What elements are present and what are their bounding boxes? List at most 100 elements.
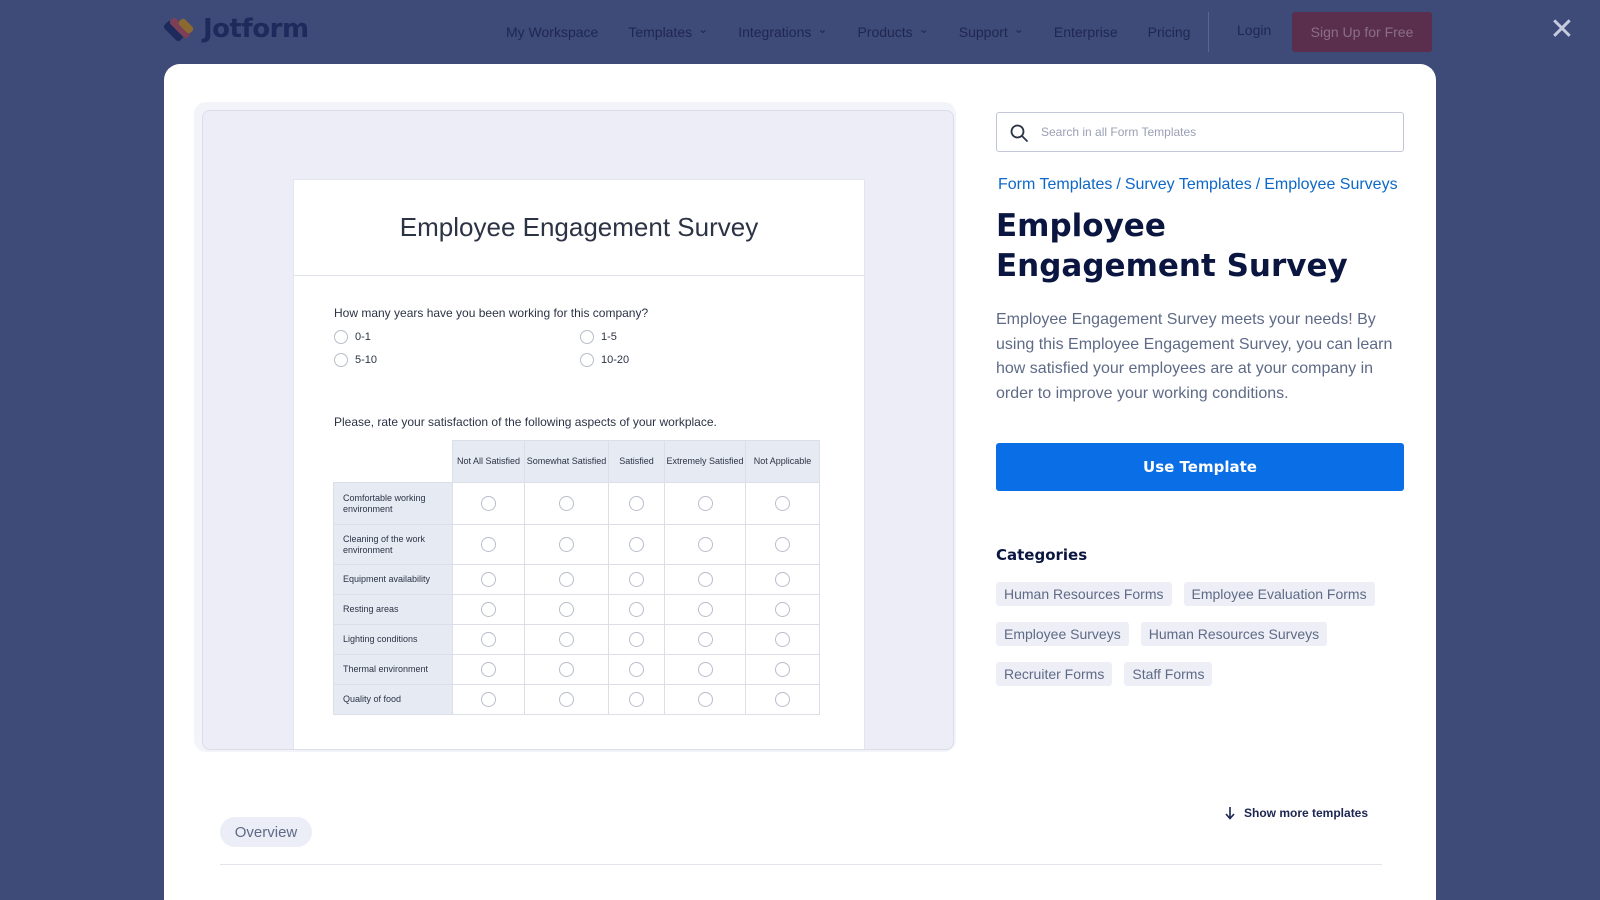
form-preview[interactable]: Employee Engagement Survey How many year… (202, 110, 954, 750)
matrix-radio-cell[interactable] (452, 594, 525, 625)
matrix-radio-cell[interactable] (608, 482, 665, 525)
matrix-radio-cell[interactable] (524, 684, 609, 715)
matrix-radio-cell[interactable] (608, 564, 665, 595)
matrix-radio-cell[interactable] (745, 654, 820, 685)
matrix-radio-cell[interactable] (524, 624, 609, 655)
matrix-radio-cell[interactable] (664, 594, 746, 625)
radio-option[interactable]: 0-1 (334, 330, 371, 344)
matrix-radio-cell[interactable] (524, 594, 609, 625)
matrix-row: Equipment availability (333, 564, 820, 595)
matrix-radio-cell[interactable] (664, 654, 746, 685)
radio-circle-icon (775, 572, 790, 587)
template-search[interactable]: Search in all Form Templates (996, 112, 1404, 152)
matrix-radio-cell[interactable] (664, 564, 746, 595)
nav-item-pricing[interactable]: Pricing (1148, 20, 1191, 44)
breadcrumb-separator: / (1116, 176, 1121, 193)
radio-circle-icon (775, 632, 790, 647)
matrix-radio-cell[interactable] (745, 482, 820, 525)
matrix-radio-cell[interactable] (745, 684, 820, 715)
breadcrumb-survey-templates[interactable]: Survey Templates (1125, 176, 1252, 193)
breadcrumb-employee-surveys[interactable]: Employee Surveys (1264, 176, 1397, 193)
question-years: How many years have you been working for… (334, 306, 649, 320)
category-tag[interactable]: Human Resources Forms (996, 582, 1172, 606)
radio-circle-icon (697, 572, 713, 587)
radio-circle-icon (481, 692, 496, 707)
category-tag[interactable]: Staff Forms (1124, 662, 1213, 686)
radio-circle-icon (697, 496, 713, 511)
matrix-radio-cell[interactable] (664, 482, 746, 525)
matrix-row-label: Thermal environment (333, 654, 453, 685)
matrix-radio-cell[interactable] (608, 624, 665, 655)
show-more-templates-button[interactable]: Show more templates (1224, 806, 1368, 820)
matrix-radio-cell[interactable] (664, 524, 746, 565)
radio-option[interactable]: 10-20 (580, 353, 629, 367)
matrix-radio-cell[interactable] (452, 684, 525, 715)
radio-circle-icon (334, 353, 348, 367)
category-row: Employee Surveys Human Resources Surveys (996, 622, 1416, 646)
signup-button[interactable]: Sign Up for Free (1292, 12, 1432, 52)
radio-circle-icon (481, 537, 496, 552)
radio-circle-icon (629, 632, 644, 647)
radio-label: 5-10 (355, 354, 378, 366)
radio-circle-icon (559, 496, 574, 511)
nav-item-enterprise[interactable]: Enterprise (1054, 20, 1118, 44)
close-icon[interactable]: ✕ (1548, 15, 1576, 45)
logo-text: Jotform (203, 14, 309, 44)
nav-item-templates[interactable]: Templates ⌄ (628, 20, 708, 44)
nav-item-support[interactable]: Support ⌄ (959, 20, 1024, 44)
nav-item-integrations[interactable]: Integrations ⌄ (738, 20, 827, 44)
arrow-down-icon (1225, 807, 1235, 820)
category-tag[interactable]: Human Resources Surveys (1140, 622, 1328, 646)
matrix-radio-cell[interactable] (452, 564, 525, 595)
matrix-radio-cell[interactable] (452, 524, 525, 565)
matrix-radio-cell[interactable] (524, 564, 609, 595)
radio-circle-icon (559, 572, 574, 587)
matrix-radio-cell[interactable] (664, 684, 746, 715)
chevron-down-icon: ⌄ (698, 22, 709, 36)
nav-item-my-workspace[interactable]: My Workspace (506, 20, 598, 44)
matrix-radio-cell[interactable] (745, 524, 820, 565)
radio-circle-icon (481, 496, 496, 511)
matrix-radio-cell[interactable] (745, 624, 820, 655)
matrix-radio-cell[interactable] (608, 654, 665, 685)
radio-circle-icon (559, 662, 574, 677)
search-icon (1010, 124, 1028, 142)
radio-circle-icon (481, 632, 496, 647)
radio-circle-icon (775, 692, 790, 707)
use-template-button[interactable]: Use Template (996, 443, 1404, 491)
category-tag[interactable]: Recruiter Forms (996, 662, 1113, 686)
radio-circle-icon (334, 330, 348, 344)
jotform-logo[interactable]: Jotform (162, 13, 309, 45)
radio-option[interactable]: 5-10 (334, 353, 377, 367)
matrix-radio-cell[interactable] (664, 624, 746, 655)
radio-option[interactable]: 1-5 (580, 330, 617, 344)
breadcrumb-form-templates[interactable]: Form Templates (998, 176, 1112, 193)
radio-circle-icon (481, 602, 496, 617)
main-nav: My Workspace Templates ⌄ Integrations ⌄ Produ… (506, 20, 1220, 44)
login-link[interactable]: Login (1237, 22, 1271, 38)
matrix-radio-cell[interactable] (608, 684, 665, 715)
matrix-radio-cell[interactable] (524, 654, 609, 685)
radio-circle-icon (775, 662, 790, 677)
matrix-radio-cell[interactable] (524, 524, 609, 565)
matrix-radio-cell[interactable] (745, 594, 820, 625)
matrix-radio-cell[interactable] (745, 564, 820, 595)
matrix-radio-cell[interactable] (608, 524, 665, 565)
matrix-row: Thermal environment (333, 654, 820, 685)
matrix-radio-cell[interactable] (452, 624, 525, 655)
matrix-row-label: Resting areas (333, 594, 453, 625)
matrix-column-header: Satisfied (608, 440, 665, 483)
tab-overview[interactable]: Overview (220, 817, 312, 847)
matrix-radio-cell[interactable] (524, 482, 609, 525)
top-navbar: Jotform My Workspace Templates ⌄ Integratio… (0, 0, 1600, 64)
template-modal: Employee Engagement Survey How many year… (164, 64, 1436, 900)
nav-item-products[interactable]: Products ⌄ (857, 20, 928, 44)
search-input[interactable]: Search in all Form Templates (1041, 125, 1196, 139)
matrix-corner (333, 440, 453, 483)
category-tag[interactable]: Employee Evaluation Forms (1183, 582, 1375, 606)
matrix-radio-cell[interactable] (608, 594, 665, 625)
category-tag[interactable]: Employee Surveys (996, 622, 1129, 646)
matrix-row-label: Cleaning of the work environment (333, 524, 453, 565)
matrix-radio-cell[interactable] (452, 482, 525, 525)
matrix-radio-cell[interactable] (452, 654, 525, 685)
